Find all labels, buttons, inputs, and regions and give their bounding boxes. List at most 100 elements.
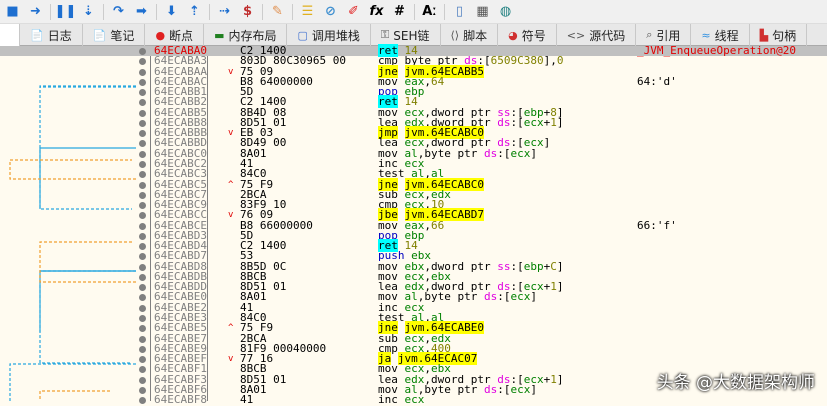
breakpoint-dot[interactable]: [139, 78, 146, 86]
bytes: 41: [240, 393, 254, 406]
tab-label: 内存布局: [228, 28, 277, 43]
breakpoint-dot[interactable]: [139, 376, 146, 384]
font-icon[interactable]: Aː: [421, 3, 438, 20]
toolbar-separator: [292, 3, 293, 20]
highlight-icon[interactable]: ✐: [345, 3, 362, 20]
trace-into-icon[interactable]: ➡: [133, 3, 150, 20]
comment-icon[interactable]: ☰: [299, 3, 316, 20]
toolbar-separator: [103, 3, 104, 20]
watermark: 头条 @大数据架构师: [656, 373, 815, 393]
tab-label: 笔记: [110, 28, 135, 43]
breakpoint-dot[interactable]: [139, 222, 146, 230]
stop-icon[interactable]: ■: [4, 3, 21, 20]
breakpoint-dot[interactable]: [139, 68, 146, 76]
disassembly-view[interactable]: 64ECABA0 C2 1400 ret 14 _JVM_EnqueueOperati…: [0, 44, 827, 405]
breakpoint-icon: ●: [155, 28, 166, 42]
tab-label: 引用: [656, 28, 681, 43]
breakpoint-dot[interactable]: [139, 212, 146, 220]
handles-icon: ▙: [759, 28, 769, 42]
tab-memory-map[interactable]: ▬ 内存布局: [204, 24, 288, 46]
step-over-icon[interactable]: ↷: [110, 3, 127, 20]
breakpoint-dot[interactable]: [139, 263, 146, 271]
script-icon[interactable]: $: [239, 3, 256, 20]
run-to-user-code-icon[interactable]: ⇢: [216, 3, 233, 20]
seh-icon: ⚿: [380, 28, 390, 41]
breakpoint-dot[interactable]: [139, 58, 146, 66]
address: 64ECABF8: [154, 393, 207, 406]
tab-label: 符号: [521, 28, 546, 43]
disasm-row[interactable]: 64ECABF8 41 inc ecx: [0, 393, 827, 406]
breakpoint-dot[interactable]: [139, 356, 146, 364]
breakpoint-dot[interactable]: [139, 273, 146, 281]
tab-source[interactable]: <> 源代码: [557, 24, 637, 46]
tab-label: 断点: [169, 28, 194, 43]
breakpoint-dot[interactable]: [139, 191, 146, 199]
log-icon: 📄: [30, 28, 44, 42]
call-stack-icon: ▢: [297, 28, 308, 42]
breakpoint-dot[interactable]: [139, 243, 146, 251]
tab-log[interactable]: 📄 日志: [20, 24, 83, 46]
execute-till-return-icon[interactable]: ⇡: [186, 3, 203, 20]
device-icon[interactable]: ▯: [451, 3, 468, 20]
breakpoint-dot[interactable]: [139, 253, 146, 261]
toolbar-separator: [50, 3, 51, 20]
breakpoint-dot[interactable]: [139, 202, 146, 210]
breakpoint-dot[interactable]: [139, 48, 146, 55]
tab-call-stack[interactable]: ▢ 调用堆栈: [287, 24, 371, 46]
tab-script[interactable]: ⟨⟩ 脚本: [441, 24, 499, 46]
breakpoint-dot[interactable]: [139, 335, 146, 343]
breakpoint-dot[interactable]: [139, 140, 146, 148]
tab-label: 脚本: [463, 28, 488, 43]
jump-down-icon: v: [228, 210, 234, 221]
pause-icon[interactable]: ❚❚: [55, 3, 77, 20]
breakpoint-dot[interactable]: [139, 130, 146, 138]
toolbar-separator: [156, 3, 157, 20]
memory-map-icon: ▬: [214, 28, 225, 42]
comment: 66:'f': [637, 218, 677, 232]
breakpoint-dot[interactable]: [139, 109, 146, 117]
breakpoint-dot[interactable]: [139, 232, 146, 240]
breakpoint-dot[interactable]: [139, 119, 146, 127]
references-icon: ⌕: [646, 28, 653, 41]
source-icon: <>: [566, 28, 586, 42]
breakpoint-dot[interactable]: [139, 315, 146, 323]
jump-down-icon: v: [228, 128, 234, 139]
breakpoint-dot[interactable]: [139, 99, 146, 107]
breakpoint-dot[interactable]: [139, 160, 146, 168]
toolbar-separator: [209, 3, 210, 20]
comment: 64:'d': [637, 74, 677, 88]
tab-handles[interactable]: ▙ 句柄: [750, 24, 808, 46]
toolbar: ■ ➜ ❚❚ ⇣ ↷ ➡ ⬇ ⇡ ⇢ $ ✎ ☰ ⊘ ✐ fx # Aː ▯ ▦ ◍: [0, 0, 827, 24]
globe-icon[interactable]: ◍: [497, 3, 514, 20]
breakpoint-dot[interactable]: [139, 345, 146, 353]
breakpoint-dot[interactable]: [139, 325, 146, 333]
calculator-icon[interactable]: ▦: [474, 3, 491, 20]
breakpoint-dot[interactable]: [139, 181, 146, 189]
breakpoint-dot[interactable]: [139, 366, 146, 374]
patch-icon[interactable]: ✎: [269, 3, 286, 20]
run-icon[interactable]: ➜: [27, 3, 44, 20]
breakpoint-dot[interactable]: [139, 89, 146, 97]
tab-threads[interactable]: ≈ 线程: [691, 24, 750, 46]
breakpoint-dot[interactable]: [139, 150, 146, 158]
fx-icon[interactable]: fx: [368, 3, 385, 20]
tab-label: 日志: [47, 28, 72, 43]
tab-seh[interactable]: ⚿ SEH链: [371, 24, 441, 46]
script-icon: ⟨⟩: [450, 28, 460, 42]
tab-notes[interactable]: 📄 笔记: [83, 24, 146, 46]
toolbar-separator: [262, 3, 263, 20]
breakpoint-dot[interactable]: [139, 171, 146, 179]
step-into-icon[interactable]: ⇣: [80, 3, 97, 20]
attach-icon[interactable]: ⊘: [322, 3, 339, 20]
hash-icon[interactable]: #: [391, 3, 408, 20]
trace-over-icon[interactable]: ⬇: [163, 3, 180, 20]
jump-up-icon: ^: [228, 179, 234, 190]
tab-symbols[interactable]: ◕ 符号: [498, 24, 557, 46]
breakpoint-dot[interactable]: [139, 284, 146, 292]
breakpoint-dot[interactable]: [139, 386, 146, 394]
tab-breakpoint[interactable]: ● 断点: [145, 24, 205, 46]
tab-cpu[interactable]: [0, 24, 20, 46]
breakpoint-dot[interactable]: [139, 304, 146, 312]
breakpoint-dot[interactable]: [139, 294, 146, 302]
tab-references[interactable]: ⌕ 引用: [636, 24, 692, 46]
